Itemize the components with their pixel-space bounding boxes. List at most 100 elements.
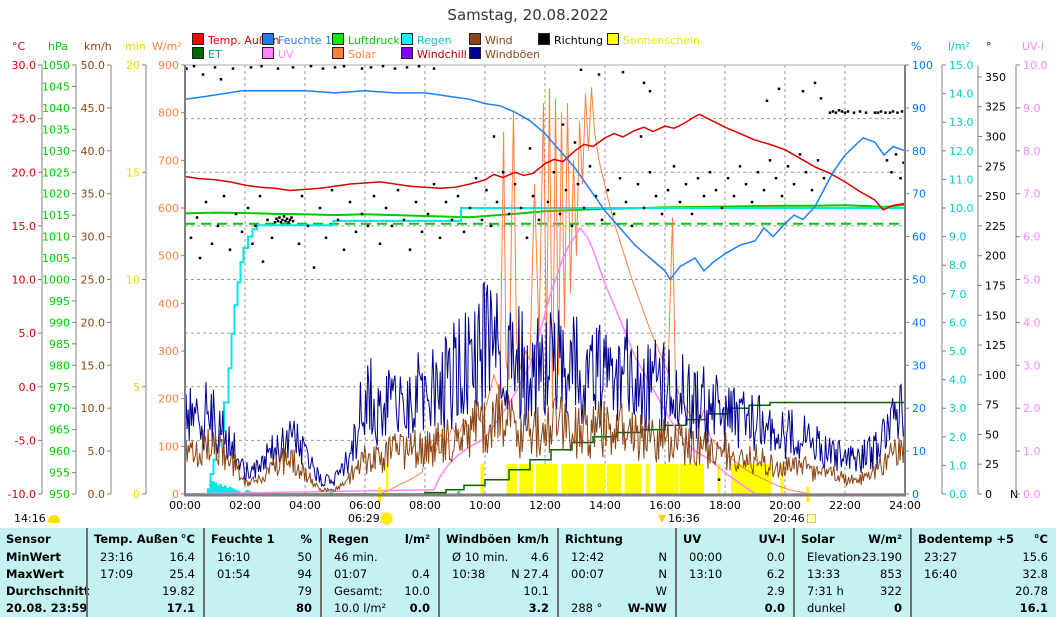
svg-text:25.0: 25.0 <box>12 113 37 126</box>
svg-text:300: 300 <box>985 131 1006 144</box>
column-header: UVUV-I <box>683 531 787 547</box>
svg-text:80: 80 <box>912 145 926 158</box>
axis-uvi: UV-I0.01.02.03.04.05.06.07.08.09.010.0 <box>1016 40 1048 501</box>
svg-text:10.0: 10.0 <box>949 202 974 215</box>
table-cell: 10.1 <box>446 583 551 599</box>
svg-text:24:00: 24:00 <box>889 499 921 512</box>
row-label: Durchschnitt <box>6 583 80 599</box>
svg-text:1.0: 1.0 <box>949 459 967 472</box>
table-cell: 00:07N <box>565 566 669 582</box>
svg-text:2.0: 2.0 <box>1023 402 1041 415</box>
axis-deg: °0N2550751001251501752002252502753003253… <box>978 40 1018 501</box>
table-cell: dunkel0 <box>801 600 904 616</box>
svg-text:1020: 1020 <box>42 188 70 201</box>
svg-text:325: 325 <box>985 101 1006 114</box>
table-cell: 01:070.4 <box>328 566 432 582</box>
svg-text:9.0: 9.0 <box>949 231 967 244</box>
svg-text:250: 250 <box>985 190 1006 203</box>
column-header: Regenl/m² <box>328 531 432 547</box>
svg-text:1000: 1000 <box>42 274 70 287</box>
svg-text:30: 30 <box>912 359 926 372</box>
svg-text:25: 25 <box>985 458 999 471</box>
svg-text:1045: 1045 <box>42 80 70 93</box>
svg-text:20: 20 <box>912 402 926 415</box>
svg-text:1035: 1035 <box>42 123 70 136</box>
svg-text:5: 5 <box>133 381 140 394</box>
svg-text:995: 995 <box>49 295 70 308</box>
svg-text:8.0: 8.0 <box>949 259 967 272</box>
svg-text:10.0: 10.0 <box>1023 59 1048 72</box>
table-cell: 79 <box>211 583 314 599</box>
axis-lm2: l/m²0.01.02.03.04.05.06.07.08.09.010.011… <box>942 40 974 501</box>
svg-text:20.0: 20.0 <box>81 316 106 329</box>
svg-text:350: 350 <box>985 71 1006 84</box>
svg-text:3.0: 3.0 <box>949 402 967 415</box>
table-cell: 23:1616.4 <box>94 549 197 565</box>
table-col-feuchte-1: Feuchte 1%16:105001:54947980 <box>203 528 320 617</box>
svg-text:90: 90 <box>912 102 926 115</box>
column-header: Feuchte 1% <box>211 531 314 547</box>
svg-text:15.0: 15.0 <box>949 59 974 72</box>
svg-text:12:00: 12:00 <box>529 499 561 512</box>
axis-min: min05101520 <box>125 40 146 501</box>
table-cell: 12:42N <box>565 549 669 565</box>
table-col-regen: Regenl/m²46 min.01:070.4Gesamt:10.010.0 … <box>320 528 438 617</box>
svg-text:600: 600 <box>158 202 179 215</box>
svg-text:15: 15 <box>126 166 140 179</box>
svg-text:400: 400 <box>158 297 179 310</box>
svg-text:225: 225 <box>985 220 1006 233</box>
svg-text:955: 955 <box>49 467 70 480</box>
weather-chart: °C-10.0-5.00.05.010.015.020.025.030.0hPa… <box>0 0 1056 528</box>
svg-text:960: 960 <box>49 445 70 458</box>
svg-text:30.0: 30.0 <box>81 231 106 244</box>
svg-text:hPa: hPa <box>48 40 68 53</box>
svg-text:14.0: 14.0 <box>949 88 974 101</box>
svg-text:275: 275 <box>985 160 1006 173</box>
table-cell: 10.0 l/m²0.0 <box>328 600 432 616</box>
axis-tempC: °C-10.0-5.00.05.010.015.020.025.030.0 <box>8 40 42 501</box>
svg-text:4.0: 4.0 <box>949 374 967 387</box>
svg-text:5.0: 5.0 <box>949 345 967 358</box>
svg-text:950: 950 <box>49 488 70 501</box>
table-cell: 10:38N 27.4 <box>446 566 551 582</box>
svg-text:700: 700 <box>158 154 179 167</box>
svg-text:0: 0 <box>985 488 992 501</box>
svg-text:-10.0: -10.0 <box>8 488 36 501</box>
table-cell: 288 °W-NW <box>565 600 669 616</box>
svg-text:1010: 1010 <box>42 231 70 244</box>
svg-text:1040: 1040 <box>42 102 70 115</box>
svg-text:200: 200 <box>985 250 1006 263</box>
table-cell: 16.1 <box>918 600 1050 616</box>
axis-hPa: hPa9509559609659709759809859909951000100… <box>42 40 76 501</box>
svg-text:12.0: 12.0 <box>949 145 974 158</box>
svg-text:8.0: 8.0 <box>1023 145 1041 158</box>
svg-text:00:00: 00:00 <box>169 499 201 512</box>
svg-text:1.0: 1.0 <box>1023 445 1041 458</box>
svg-text:10: 10 <box>126 274 140 287</box>
svg-text:l/m²: l/m² <box>948 40 970 53</box>
svg-text:1015: 1015 <box>42 209 70 222</box>
table-col-temp-au-en: Temp. Außen°C23:1616.417:0925.419.8217.1 <box>86 528 203 617</box>
svg-text:14:00: 14:00 <box>589 499 621 512</box>
svg-text:900: 900 <box>158 59 179 72</box>
axis-wm2: W/m²0100200300400500600700800900 <box>152 40 185 501</box>
svg-text:985: 985 <box>49 338 70 351</box>
svg-text:150: 150 <box>985 309 1006 322</box>
svg-text:965: 965 <box>49 424 70 437</box>
column-header: Bodentemp +5°C <box>918 531 1050 547</box>
svg-text:10.0: 10.0 <box>12 274 37 287</box>
svg-text:50: 50 <box>912 274 926 287</box>
table-cell: 7:31 h322 <box>801 583 904 599</box>
table-cell: 13:106.2 <box>683 566 787 582</box>
row-label: Sensor <box>6 531 80 547</box>
svg-text:5.0: 5.0 <box>1023 274 1041 287</box>
svg-text:08:00: 08:00 <box>409 499 441 512</box>
svg-text:60: 60 <box>912 231 926 244</box>
svg-text:02:00: 02:00 <box>229 499 261 512</box>
svg-text:300: 300 <box>158 345 179 358</box>
table-col-windb-en: Windböenkm/hØ 10 min.4.610:38N 27.410.13… <box>438 528 557 617</box>
svg-text:min: min <box>125 40 146 53</box>
svg-text:°C: °C <box>12 40 26 53</box>
svg-text:40.0: 40.0 <box>81 145 106 158</box>
table-col-solar: SolarW/m²Elevation-23.19013:338537:31 h3… <box>793 528 910 617</box>
